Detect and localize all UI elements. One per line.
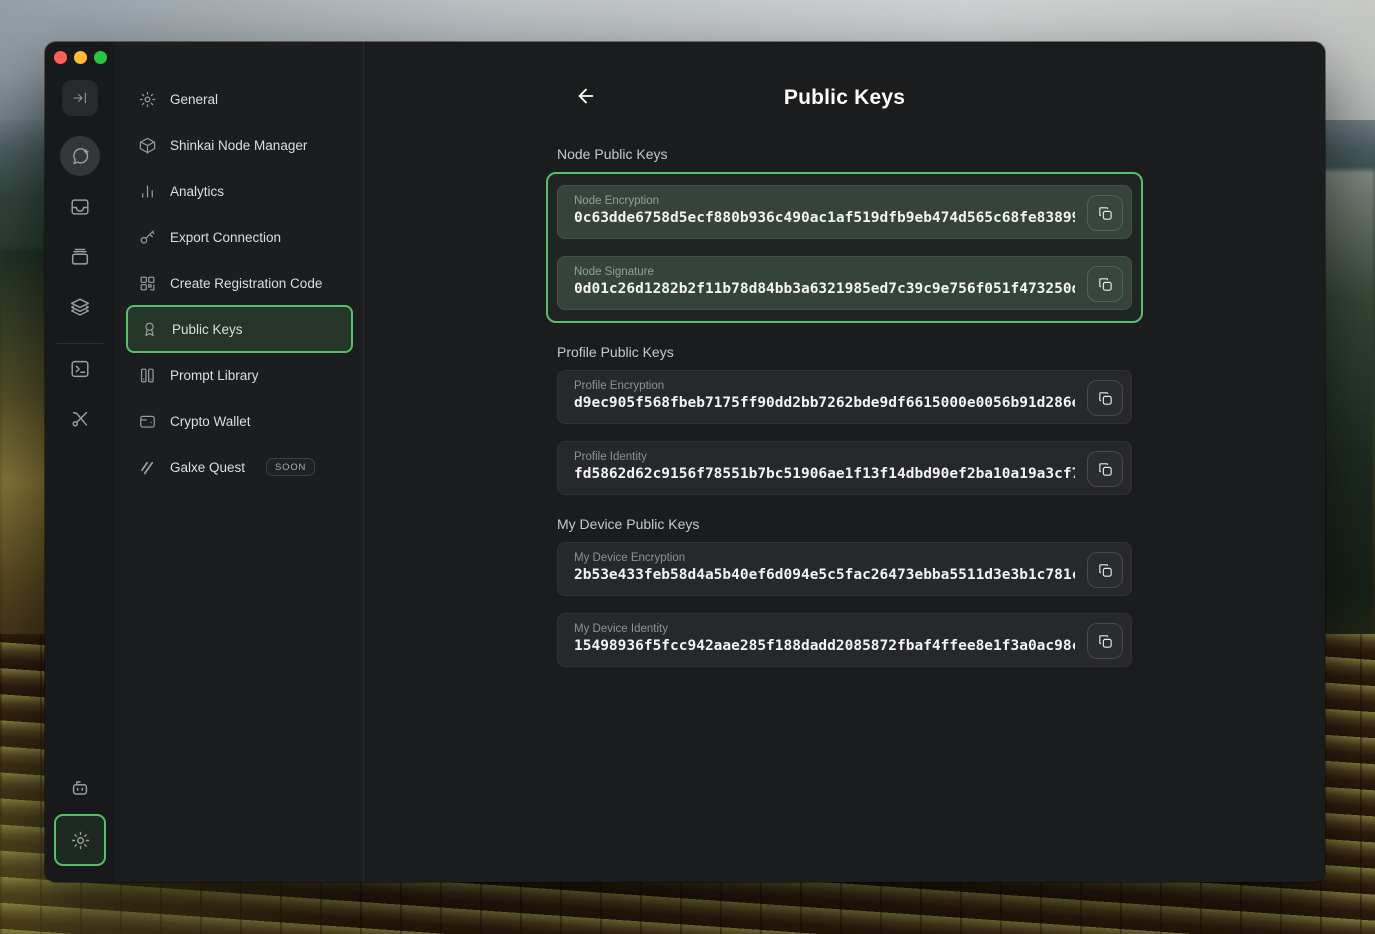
menu-item-label: Shinkai Node Manager — [170, 138, 307, 153]
tools-button[interactable] — [69, 408, 91, 430]
menu-item-shinkai-node-manager[interactable]: Shinkai Node Manager — [126, 122, 353, 168]
inbox-button[interactable] — [69, 196, 91, 218]
icon-rail — [45, 42, 115, 882]
settings-button[interactable] — [54, 814, 106, 866]
field-label: Profile Identity — [574, 451, 1075, 463]
collapse-panel-icon — [72, 90, 88, 106]
public-keys-form: Node Public Keys Node Encryption 0c63dde… — [557, 146, 1132, 688]
cube-icon — [138, 136, 157, 155]
section-label: My Device Public Keys — [557, 516, 1132, 532]
gear-icon — [138, 90, 157, 109]
copy-icon — [1097, 633, 1114, 650]
close-window-button[interactable] — [54, 51, 67, 64]
bot-icon — [69, 777, 91, 799]
field-value: d9ec905f568fbeb7175ff90dd2bb7262bde9df66… — [574, 395, 1075, 411]
library-icon — [138, 366, 157, 385]
tools-icon — [69, 408, 91, 430]
section-label: Node Public Keys — [557, 146, 1132, 162]
field-label: Node Signature — [574, 266, 1075, 278]
menu-item-label: Export Connection — [170, 230, 281, 245]
inbox-icon — [69, 196, 91, 218]
section-label: Profile Public Keys — [557, 344, 1132, 360]
copy-icon — [1097, 461, 1114, 478]
rail-divider — [57, 343, 103, 344]
bar-chart-icon — [138, 182, 157, 201]
menu-item-label: Public Keys — [172, 322, 243, 337]
field-value: 0c63dde6758d5ecf880b936c490ac1af519dfb9e… — [574, 210, 1075, 226]
terminal-button[interactable] — [69, 358, 91, 380]
new-chat-button[interactable] — [60, 136, 100, 176]
terminal-icon — [69, 358, 91, 380]
field-label: My Device Identity — [574, 623, 1075, 635]
archive-icon — [69, 246, 91, 268]
new-chat-icon — [70, 146, 91, 167]
field-value: fd5862d62c9156f78551b7bc51906ae1f13f14db… — [574, 466, 1075, 482]
copy-button[interactable] — [1087, 195, 1123, 231]
menu-item-export-connection[interactable]: Export Connection — [126, 214, 353, 260]
copy-button[interactable] — [1087, 623, 1123, 659]
copy-button[interactable] — [1087, 266, 1123, 302]
bot-button[interactable] — [69, 777, 91, 799]
qr-code-icon — [138, 274, 157, 293]
menu-item-label: Crypto Wallet — [170, 414, 251, 429]
zoom-window-button[interactable] — [94, 51, 107, 64]
copy-icon — [1097, 276, 1114, 293]
minimize-window-button[interactable] — [74, 51, 87, 64]
menu-item-create-registration-code[interactable]: Create Registration Code — [126, 260, 353, 306]
layers-icon — [69, 296, 91, 318]
settings-menu: General Shinkai Node Manager Analytics E… — [115, 42, 364, 882]
archive-button[interactable] — [69, 246, 91, 268]
section-node-public-keys: Node Public Keys Node Encryption 0c63dde… — [557, 146, 1132, 323]
menu-item-label: Create Registration Code — [170, 276, 322, 291]
menu-item-crypto-wallet[interactable]: Crypto Wallet — [126, 398, 353, 444]
section-profile-public-keys: Profile Public Keys Profile Encryption d… — [557, 344, 1132, 495]
menu-item-public-keys[interactable]: Public Keys — [126, 305, 353, 353]
field-value: 2b53e433feb58d4a5b40ef6d094e5c5fac26473e… — [574, 567, 1075, 583]
menu-item-general[interactable]: General — [126, 76, 353, 122]
field-value: 15498936f5fcc942aae285f188dadd2085872fba… — [574, 638, 1075, 654]
field-node-signature: Node Signature 0d01c26d1282b2f11b78d84bb… — [557, 256, 1132, 310]
menu-item-analytics[interactable]: Analytics — [126, 168, 353, 214]
key-icon — [138, 228, 157, 247]
wallet-icon — [138, 412, 157, 431]
layers-button[interactable] — [69, 296, 91, 318]
main-content: Public Keys Node Public Keys Node Encryp… — [364, 42, 1325, 882]
section-my-device-public-keys: My Device Public Keys My Device Encrypti… — [557, 516, 1132, 667]
field-my-device-encryption: My Device Encryption 2b53e433feb58d4a5b4… — [557, 542, 1132, 596]
menu-item-galxe-quest[interactable]: Galxe Quest SOON — [126, 444, 353, 490]
app-window: General Shinkai Node Manager Analytics E… — [45, 42, 1325, 882]
field-node-encryption: Node Encryption 0c63dde6758d5ecf880b936c… — [557, 185, 1132, 239]
menu-item-prompt-library[interactable]: Prompt Library — [126, 352, 353, 398]
field-profile-encryption: Profile Encryption d9ec905f568fbeb7175ff… — [557, 370, 1132, 424]
field-my-device-identity: My Device Identity 15498936f5fcc942aae28… — [557, 613, 1132, 667]
slashes-icon — [138, 458, 157, 477]
badge-keys-icon — [140, 320, 159, 339]
soon-badge: SOON — [266, 458, 315, 476]
settings-gear-icon — [70, 830, 91, 851]
field-label: Node Encryption — [574, 195, 1075, 207]
menu-item-label: Galxe Quest — [170, 460, 245, 475]
highlight-box-node-keys: Node Encryption 0c63dde6758d5ecf880b936c… — [546, 172, 1143, 323]
copy-button[interactable] — [1087, 380, 1123, 416]
menu-item-label: Analytics — [170, 184, 224, 199]
menu-item-label: General — [170, 92, 218, 107]
field-profile-identity: Profile Identity fd5862d62c9156f78551b7b… — [557, 441, 1132, 495]
menu-item-label: Prompt Library — [170, 368, 259, 383]
collapse-panel-button[interactable] — [62, 80, 98, 116]
copy-button[interactable] — [1087, 552, 1123, 588]
field-label: Profile Encryption — [574, 380, 1075, 392]
field-label: My Device Encryption — [574, 552, 1075, 564]
copy-icon — [1097, 205, 1114, 222]
copy-icon — [1097, 562, 1114, 579]
field-value: 0d01c26d1282b2f11b78d84bb3a6321985ed7c39… — [574, 281, 1075, 297]
copy-icon — [1097, 390, 1114, 407]
copy-button[interactable] — [1087, 451, 1123, 487]
page-title: Public Keys — [364, 86, 1325, 110]
traffic-lights — [54, 51, 107, 64]
